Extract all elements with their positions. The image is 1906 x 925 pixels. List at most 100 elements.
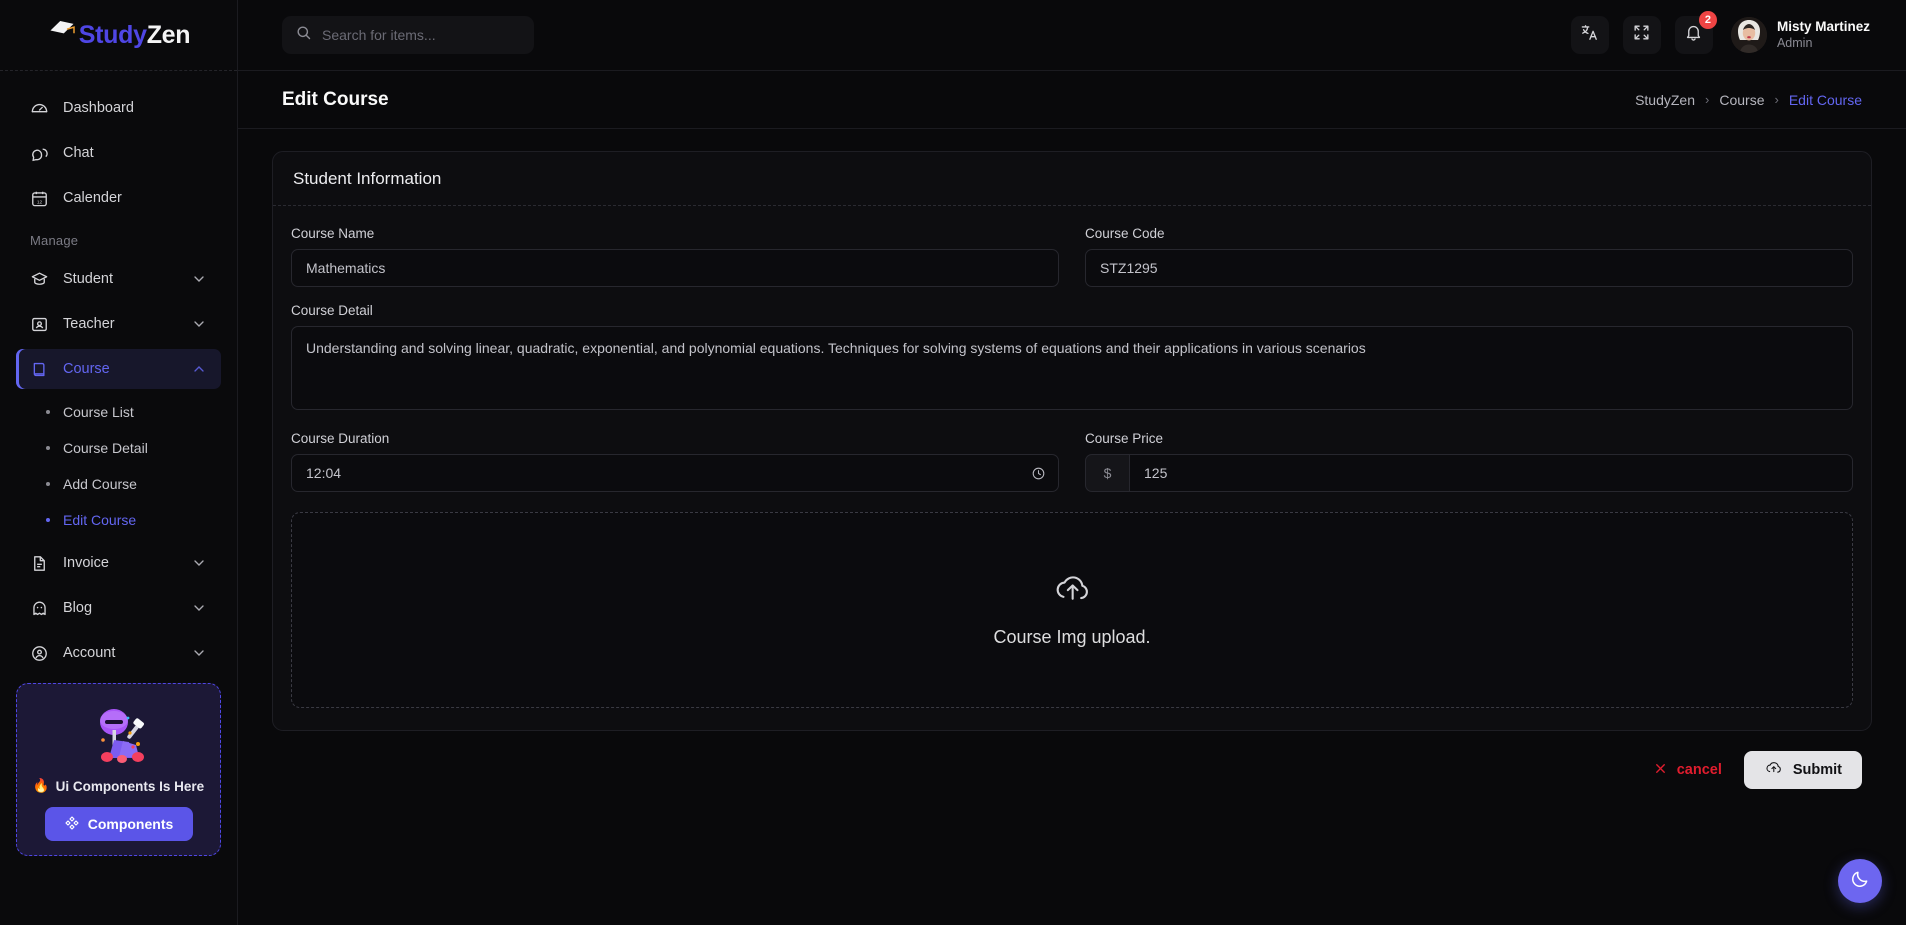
sidebar-subitem-edit-course[interactable]: Edit Course [0,502,237,538]
search-box[interactable] [282,16,534,54]
sidebar-item-label: Chat [63,145,94,161]
bullet-icon [46,410,50,414]
course-price-field: Course Price $ [1085,431,1853,492]
sidebar-item-chat[interactable]: Chat [16,133,221,173]
course-code-label: Course Code [1085,226,1165,241]
form-actions: cancel Submit [272,731,1872,789]
submit-button[interactable]: Submit [1743,751,1862,789]
sidebar-subitem-label: Add Course [63,476,137,492]
bullet-icon [46,518,50,522]
chat-bubble-icon [30,144,49,163]
sidebar-subitem-course-detail[interactable]: Course Detail [0,430,237,466]
theme-toggle-button[interactable] [1838,859,1882,903]
breadcrumb-item-edit-course: Edit Course [1788,91,1862,108]
dropzone-text: Course Img upload. [993,627,1151,647]
search-input[interactable] [322,27,521,43]
sidebar-item-label: Invoice [63,555,109,571]
brand-logo[interactable]: StudyZen [0,0,237,71]
cloud-upload-icon [1051,572,1093,611]
components-button[interactable]: Components [44,807,193,841]
sidebar-subitem-label: Edit Course [63,512,137,528]
sidebar-subitem-course-list[interactable]: Course List [0,394,237,430]
course-code-field: Course Code [1085,226,1853,287]
chevron-down-icon [191,600,207,616]
sidebar-item-label: Blog [63,600,93,616]
cloud-upload-icon [1764,760,1783,780]
student-information-card: Student Information Course Name Course C… [272,151,1872,731]
bullet-icon [46,482,50,486]
currency-symbol: $ [1085,454,1129,492]
course-detail-label: Course Detail [291,303,373,318]
sidebar-item-student[interactable]: Student [16,259,221,299]
breadcrumb-separator-icon: › [1705,92,1710,107]
course-duration-field: Course Duration [291,431,1059,492]
sidebar-item-label: Teacher [63,316,115,332]
sidebar-subitem-add-course[interactable]: Add Course [0,466,237,502]
svg-text:12: 12 [37,199,43,205]
gauge-icon [30,99,49,118]
breadcrumb-item-course[interactable]: Course [1719,92,1764,108]
course-price-label: Course Price [1085,431,1164,446]
search-icon [295,24,312,46]
user-role: Admin [1776,35,1813,50]
brand-text-part1: Study [78,20,147,49]
sidebar-item-blog[interactable]: Blog [16,588,221,628]
card-title: Student Information [273,152,1871,206]
sidebar-section-label: Manage [30,233,79,248]
course-name-label: Course Name [291,226,375,241]
course-duration-input[interactable] [291,454,1059,492]
promo-title: 🔥 Ui Components Is Here [33,778,204,794]
chevron-down-icon [191,271,207,287]
chevron-down-icon [191,316,207,332]
sidebar-item-calender[interactable]: 12 Calender [16,178,221,218]
bell-icon [1684,23,1703,47]
app-root: StudyZen Dashboard Chat 12 Calender Mana… [0,0,1906,925]
notification-button[interactable]: 2 [1674,11,1717,54]
sidebar-item-dashboard[interactable]: Dashboard [16,88,221,128]
course-detail-textarea[interactable]: Understanding and solving linear, quadra… [291,326,1853,410]
user-menu[interactable]: Misty Martinez Admin [1730,17,1870,53]
sidebar-item-course[interactable]: Course [16,349,221,389]
breadcrumb-item-studyzen[interactable]: StudyZen [1635,92,1695,108]
sidebar-subnav-course: Course List Course Detail Add Course Edi… [0,394,237,538]
book-icon [30,360,49,379]
sidebar-item-invoice[interactable]: Invoice [16,543,221,583]
bullet-icon [46,446,50,450]
fullscreen-icon [1632,23,1651,47]
page-header: Edit Course StudyZen › Course › Edit Cou… [238,71,1906,129]
sidebar-nav: Dashboard Chat 12 Calender Manage Studen… [0,71,237,925]
course-name-input[interactable] [291,249,1059,287]
card-body: Course Name Course Code Course Detail Un… [273,206,1871,730]
breadcrumb-separator-icon: › [1774,92,1779,107]
sidebar-item-label: Account [63,645,116,661]
topbar-actions: 2 Misty Martinez Admin [1570,11,1870,54]
form-row-1: Course Name Course Code [291,226,1853,303]
fire-icon: 🔥 [32,778,50,793]
sidebar-item-account[interactable]: Account [16,633,221,673]
avatar [1730,17,1767,53]
fullscreen-button[interactable] [1622,16,1661,54]
sidebar-item-label: Course [63,361,110,377]
user-meta: Misty Martinez Admin [1777,19,1870,52]
user-name: Misty Martinez [1776,18,1870,34]
translate-button[interactable] [1570,16,1609,54]
course-name-field: Course Name [291,226,1059,287]
course-price-input[interactable] [1129,454,1853,492]
cancel-button[interactable]: cancel [1653,761,1722,780]
calendar-icon: 12 [30,189,49,208]
graduation-cap-icon [30,270,49,289]
chevron-down-icon [191,555,207,571]
file-text-icon [30,554,49,573]
form-row-2: Course Duration Cour [291,431,1853,508]
sidebar-item-label: Dashboard [63,100,134,116]
x-icon [1653,761,1668,780]
breadcrumb: StudyZen › Course › Edit Course [1635,92,1862,108]
graduation-cap-icon [47,17,77,41]
sidebar-item-teacher[interactable]: Teacher [16,304,221,344]
page-content: Student Information Course Name Course C… [238,129,1906,925]
course-image-dropzone[interactable]: Course Img upload. [291,512,1853,708]
brand-text-part2: Zen [146,20,191,49]
chevron-down-icon [191,645,207,661]
chevron-up-icon [191,361,207,377]
course-code-input[interactable] [1085,249,1853,287]
